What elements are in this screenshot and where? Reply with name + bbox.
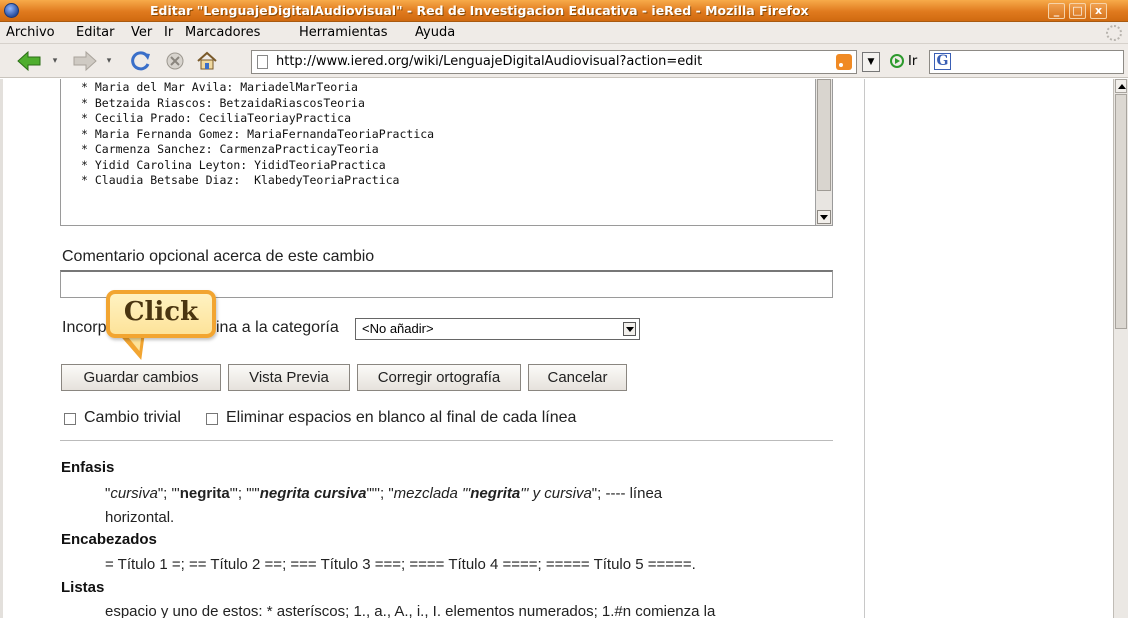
forward-arrow-icon[interactable] bbox=[70, 50, 98, 72]
menu-bar: Archivo Editar Ver Ir Marcadores Herrami… bbox=[0, 22, 1128, 44]
minimize-button[interactable]: _ bbox=[1048, 3, 1065, 19]
help-listas-text: espacio y uno de estos: * asteríscos; 1.… bbox=[105, 603, 716, 618]
divider bbox=[60, 440, 833, 441]
menu-editar[interactable]: Editar bbox=[76, 25, 115, 40]
cancel-button[interactable]: Cancelar bbox=[528, 364, 627, 391]
category-select-value: <No añadir> bbox=[362, 321, 434, 336]
help-text-fragment: ""'; " bbox=[366, 485, 394, 502]
wiki-edit-textarea[interactable]: * Maria del Mar Avila: MariadelMarTeoria… bbox=[60, 79, 833, 226]
trim-whitespace-label: Eliminar espacios en blanco al final de … bbox=[226, 409, 577, 426]
firefox-icon bbox=[4, 3, 19, 18]
reload-icon[interactable] bbox=[128, 50, 154, 72]
google-search-engine-icon[interactable]: G bbox=[934, 53, 951, 70]
help-bold-example: negrita bbox=[179, 485, 230, 502]
menu-ver[interactable]: Ver bbox=[131, 25, 152, 40]
spellcheck-button[interactable]: Corregir ortografía bbox=[357, 364, 521, 391]
page-scrollbar[interactable] bbox=[1113, 79, 1128, 618]
category-select[interactable]: <No añadir> bbox=[355, 318, 640, 340]
window-title: Editar "LenguajeDigitalAudiovisual" - Re… bbox=[150, 3, 809, 18]
save-button[interactable]: Guardar cambios bbox=[61, 364, 221, 391]
help-mixed-example: mezclada "' bbox=[393, 485, 471, 502]
minor-edit-label: Cambio trivial bbox=[84, 409, 181, 426]
forward-history-chevron-icon[interactable]: ▾ bbox=[104, 50, 114, 72]
maximize-button[interactable]: □ bbox=[1069, 3, 1086, 19]
preview-button[interactable]: Vista Previa bbox=[228, 364, 350, 391]
rss-feed-icon[interactable] bbox=[836, 54, 852, 70]
search-bar[interactable]: G bbox=[929, 50, 1124, 74]
scroll-up-arrow-icon[interactable] bbox=[1115, 79, 1127, 93]
go-icon[interactable] bbox=[890, 54, 904, 68]
textarea-line: * Cecilia Prado: CeciliaTeoriayPractica bbox=[81, 111, 352, 125]
url-bar[interactable]: http://www.iered.org/wiki/LenguajeDigita… bbox=[251, 50, 857, 74]
url-history-dropdown-icon[interactable]: ▼ bbox=[862, 52, 880, 72]
help-text-fragment: "'; ""' bbox=[229, 485, 260, 502]
menu-marcadores[interactable]: Marcadores bbox=[185, 25, 260, 40]
textarea-line: * Carmenza Sanchez: CarmenzaPracticayTeo… bbox=[81, 142, 379, 156]
content-left-border bbox=[0, 79, 3, 618]
page-scroll-thumb[interactable] bbox=[1115, 94, 1127, 329]
menu-ir[interactable]: Ir bbox=[164, 25, 173, 40]
textarea-lines: * Maria del Mar Avila: MariadelMarTeoria… bbox=[81, 80, 434, 189]
category-label-start: Incorp bbox=[62, 319, 107, 336]
url-text[interactable]: http://www.iered.org/wiki/LenguajeDigita… bbox=[276, 54, 702, 69]
go-button-label[interactable]: Ir bbox=[908, 54, 917, 69]
help-enfasis-text: "cursiva"; "'negrita"'; ""'negrita cursi… bbox=[105, 485, 662, 502]
help-enfasis-text-line2: horizontal. bbox=[105, 509, 175, 526]
textarea-scrollbar[interactable] bbox=[815, 79, 832, 225]
help-listas-title: Listas bbox=[61, 579, 105, 596]
help-bold-italic-example: negrita cursiva bbox=[259, 485, 367, 502]
back-arrow-icon[interactable] bbox=[16, 50, 44, 72]
textarea-line: * Claudia Betsabe Diaz: KlabedyTeoriaPra… bbox=[81, 173, 400, 187]
category-label-end: ina a la categoría bbox=[216, 319, 339, 336]
textarea-line: * Maria del Mar Avila: MariadelMarTeoria bbox=[81, 80, 358, 94]
close-button[interactable]: x bbox=[1090, 3, 1107, 19]
summary-label: Comentario opcional acerca de este cambi… bbox=[62, 248, 375, 265]
window-titlebar: Editar "LenguajeDigitalAudiovisual" - Re… bbox=[0, 0, 1128, 22]
scroll-down-arrow-icon[interactable] bbox=[817, 210, 831, 224]
sidebar-separator bbox=[864, 79, 865, 618]
back-history-chevron-icon[interactable]: ▾ bbox=[50, 50, 60, 72]
help-encabezados-text: = Título 1 =; == Título 2 ==; === Título… bbox=[105, 556, 696, 573]
menu-ayuda[interactable]: Ayuda bbox=[415, 25, 455, 40]
textarea-line: * Yidid Carolina Leyton: YididTeoriaPrac… bbox=[81, 157, 386, 172]
help-text-fragment: "; "' bbox=[157, 485, 180, 502]
help-enfasis-title: Enfasis bbox=[61, 459, 115, 476]
help-italic-example: cursiva bbox=[110, 485, 158, 502]
trim-whitespace-checkbox[interactable] bbox=[206, 413, 218, 425]
home-icon[interactable] bbox=[194, 50, 220, 72]
menu-herramientas[interactable]: Herramientas bbox=[299, 25, 388, 40]
help-mixed-example-end: "' y cursiva bbox=[520, 485, 592, 502]
page-content: * Maria del Mar Avila: MariadelMarTeoria… bbox=[0, 79, 1128, 618]
chevron-down-icon[interactable] bbox=[623, 322, 636, 336]
stop-icon[interactable] bbox=[163, 50, 187, 72]
textarea-line: * Maria Fernanda Gomez: MariaFernandaTeo… bbox=[81, 126, 435, 141]
throbber-icon bbox=[1106, 25, 1122, 41]
minor-edit-checkbox[interactable] bbox=[64, 413, 76, 425]
help-encabezados-title: Encabezados bbox=[61, 531, 157, 548]
page-icon bbox=[257, 55, 268, 69]
help-mixed-bold: negrita bbox=[470, 485, 521, 502]
help-text-fragment: "; ---- línea bbox=[591, 485, 663, 502]
click-callout: Click bbox=[106, 290, 216, 338]
textarea-scroll-thumb[interactable] bbox=[817, 79, 831, 191]
callout-label: Click bbox=[123, 297, 199, 327]
menu-archivo[interactable]: Archivo bbox=[6, 25, 55, 40]
textarea-line: * Betzaida Riascos: BetzaidaRiascosTeori… bbox=[81, 95, 365, 110]
navigation-toolbar: ▾ ▾ http://www.iered.org/wiki/LenguajeDi… bbox=[0, 44, 1128, 78]
